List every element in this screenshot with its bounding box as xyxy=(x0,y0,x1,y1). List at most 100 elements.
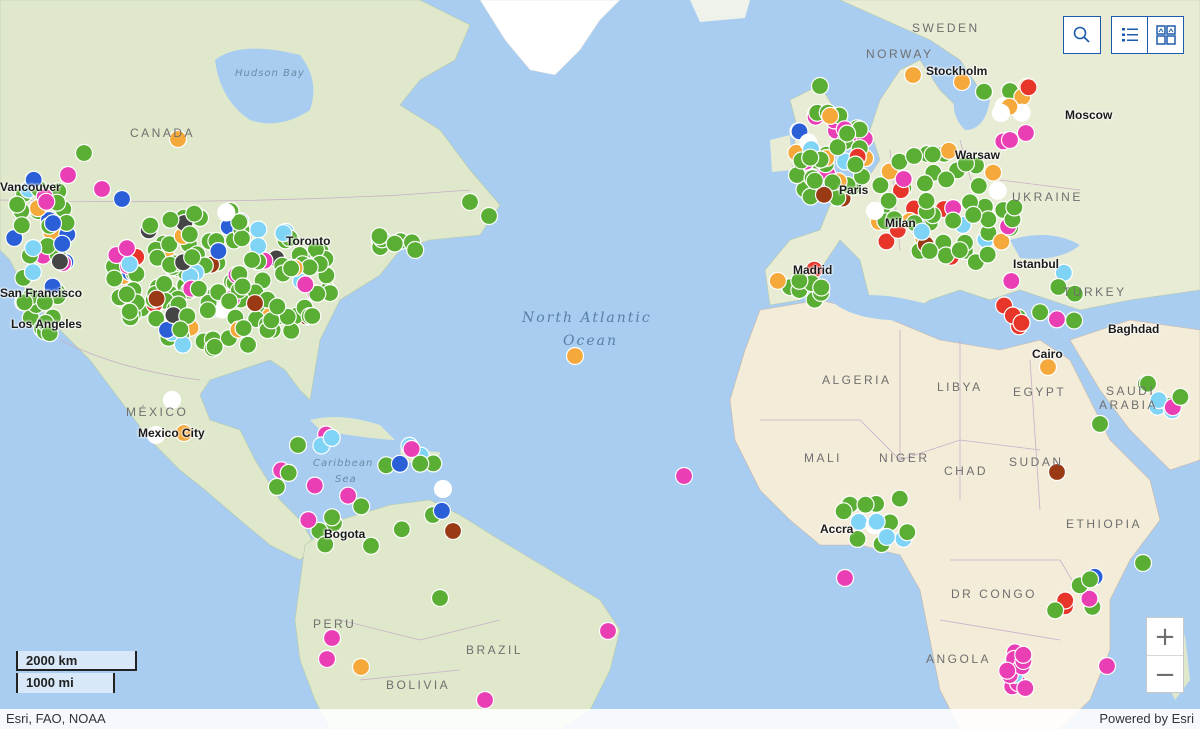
marker-green[interactable] xyxy=(812,278,831,297)
marker-green[interactable] xyxy=(460,192,480,212)
marker-green[interactable] xyxy=(234,319,253,338)
marker-green[interactable] xyxy=(205,337,224,356)
marker-green[interactable] xyxy=(141,216,160,235)
marker-green[interactable] xyxy=(74,143,94,163)
marker-white[interactable] xyxy=(865,201,885,220)
marker-white[interactable] xyxy=(217,203,236,222)
marker-green[interactable] xyxy=(1080,570,1100,589)
marker-green[interactable] xyxy=(189,279,208,298)
marker-light-blue[interactable] xyxy=(120,255,139,274)
marker-green[interactable] xyxy=(479,206,499,226)
marker-green[interactable] xyxy=(964,205,983,224)
marker-green[interactable] xyxy=(411,454,430,473)
marker-green[interactable] xyxy=(385,234,404,253)
marker-magenta[interactable] xyxy=(835,568,855,588)
marker-dark-blue[interactable] xyxy=(112,189,132,209)
marker-magenta[interactable] xyxy=(894,169,913,189)
marker-magenta[interactable] xyxy=(322,628,342,648)
marker-green[interactable] xyxy=(282,259,301,278)
marker-green[interactable] xyxy=(904,146,924,166)
marker-orange[interactable] xyxy=(903,65,923,85)
marker-magenta[interactable] xyxy=(37,192,56,211)
marker-magenta[interactable] xyxy=(1016,678,1035,698)
marker-green[interactable] xyxy=(370,227,389,246)
marker-orange[interactable] xyxy=(820,106,840,126)
search-button[interactable] xyxy=(1063,16,1101,54)
marker-magenta[interactable] xyxy=(92,179,112,199)
marker-green[interactable] xyxy=(279,463,298,482)
marker-dark-blue[interactable] xyxy=(432,501,451,520)
marker-magenta[interactable] xyxy=(1097,656,1117,676)
marker-green[interactable] xyxy=(801,148,820,167)
marker-green[interactable] xyxy=(890,489,909,508)
marker-green[interactable] xyxy=(322,508,342,527)
marker-green[interactable] xyxy=(185,204,204,223)
marker-green[interactable] xyxy=(923,145,942,164)
marker-green[interactable] xyxy=(220,292,239,311)
marker-green[interactable] xyxy=(1133,553,1153,573)
marker-magenta[interactable] xyxy=(305,476,324,495)
marker-magenta[interactable] xyxy=(1047,310,1067,329)
marker-magenta[interactable] xyxy=(475,690,495,710)
marker-green[interactable] xyxy=(943,211,963,230)
marker-magenta[interactable] xyxy=(674,466,694,486)
marker-light-blue[interactable] xyxy=(249,220,268,239)
marker-green[interactable] xyxy=(810,76,830,96)
marker-white[interactable] xyxy=(988,181,1007,200)
marker-white[interactable] xyxy=(433,479,453,499)
marker-green[interactable] xyxy=(979,210,998,229)
marker-magenta[interactable] xyxy=(299,510,318,530)
marker-green[interactable] xyxy=(898,523,917,542)
marker-green[interactable] xyxy=(171,320,190,339)
marker-red[interactable] xyxy=(1012,313,1031,332)
marker-brown[interactable] xyxy=(147,289,166,308)
marker-green[interactable] xyxy=(105,269,124,288)
marker-magenta[interactable] xyxy=(58,165,78,185)
marker-magenta[interactable] xyxy=(1002,271,1021,291)
marker-green[interactable] xyxy=(120,302,139,321)
marker-green[interactable] xyxy=(837,124,857,143)
marker-green[interactable] xyxy=(805,171,824,190)
marker-green[interactable] xyxy=(117,285,136,304)
marker-magenta[interactable] xyxy=(317,649,337,669)
marker-green[interactable] xyxy=(8,195,27,214)
marker-green[interactable] xyxy=(238,335,258,354)
marker-green[interactable] xyxy=(1090,414,1110,434)
basemap-gallery-button[interactable] xyxy=(1147,16,1184,54)
marker-green[interactable] xyxy=(950,241,969,260)
marker-magenta[interactable] xyxy=(117,239,137,258)
marker-green[interactable] xyxy=(915,174,935,193)
marker-orange[interactable] xyxy=(351,657,371,677)
marker-dark-blue[interactable] xyxy=(43,214,63,233)
marker-light-blue[interactable] xyxy=(322,428,341,447)
marker-light-blue[interactable] xyxy=(867,512,886,531)
marker-green[interactable] xyxy=(232,229,251,248)
marker-dark-blue[interactable] xyxy=(53,234,72,253)
marker-orange[interactable] xyxy=(565,346,585,366)
marker-green[interactable] xyxy=(392,520,411,539)
marker-magenta[interactable] xyxy=(1016,123,1036,143)
marker-dark-blue[interactable] xyxy=(390,454,409,473)
marker-green[interactable] xyxy=(1064,311,1084,330)
marker-light-blue[interactable] xyxy=(23,263,43,282)
marker-green[interactable] xyxy=(917,191,936,210)
marker-dark-gray[interactable] xyxy=(50,252,70,271)
marker-green[interactable] xyxy=(834,502,853,521)
marker-dark-blue[interactable] xyxy=(209,242,228,261)
marker-green[interactable] xyxy=(242,250,262,270)
marker-green[interactable] xyxy=(288,435,308,455)
marker-magenta[interactable] xyxy=(1000,130,1020,150)
marker-brown[interactable] xyxy=(443,521,463,541)
marker-green[interactable] xyxy=(267,477,286,496)
marker-green[interactable] xyxy=(268,297,287,316)
marker-magenta[interactable] xyxy=(598,621,618,641)
marker-white[interactable] xyxy=(991,103,1011,123)
marker-magenta[interactable] xyxy=(296,275,315,294)
marker-green[interactable] xyxy=(183,248,202,267)
marker-green[interactable] xyxy=(406,240,425,260)
marker-green[interactable] xyxy=(920,241,939,261)
marker-light-blue[interactable] xyxy=(24,239,43,258)
marker-magenta[interactable] xyxy=(998,661,1017,680)
zoom-out-button[interactable]: − xyxy=(1147,655,1183,693)
map-view[interactable] xyxy=(0,0,1200,729)
